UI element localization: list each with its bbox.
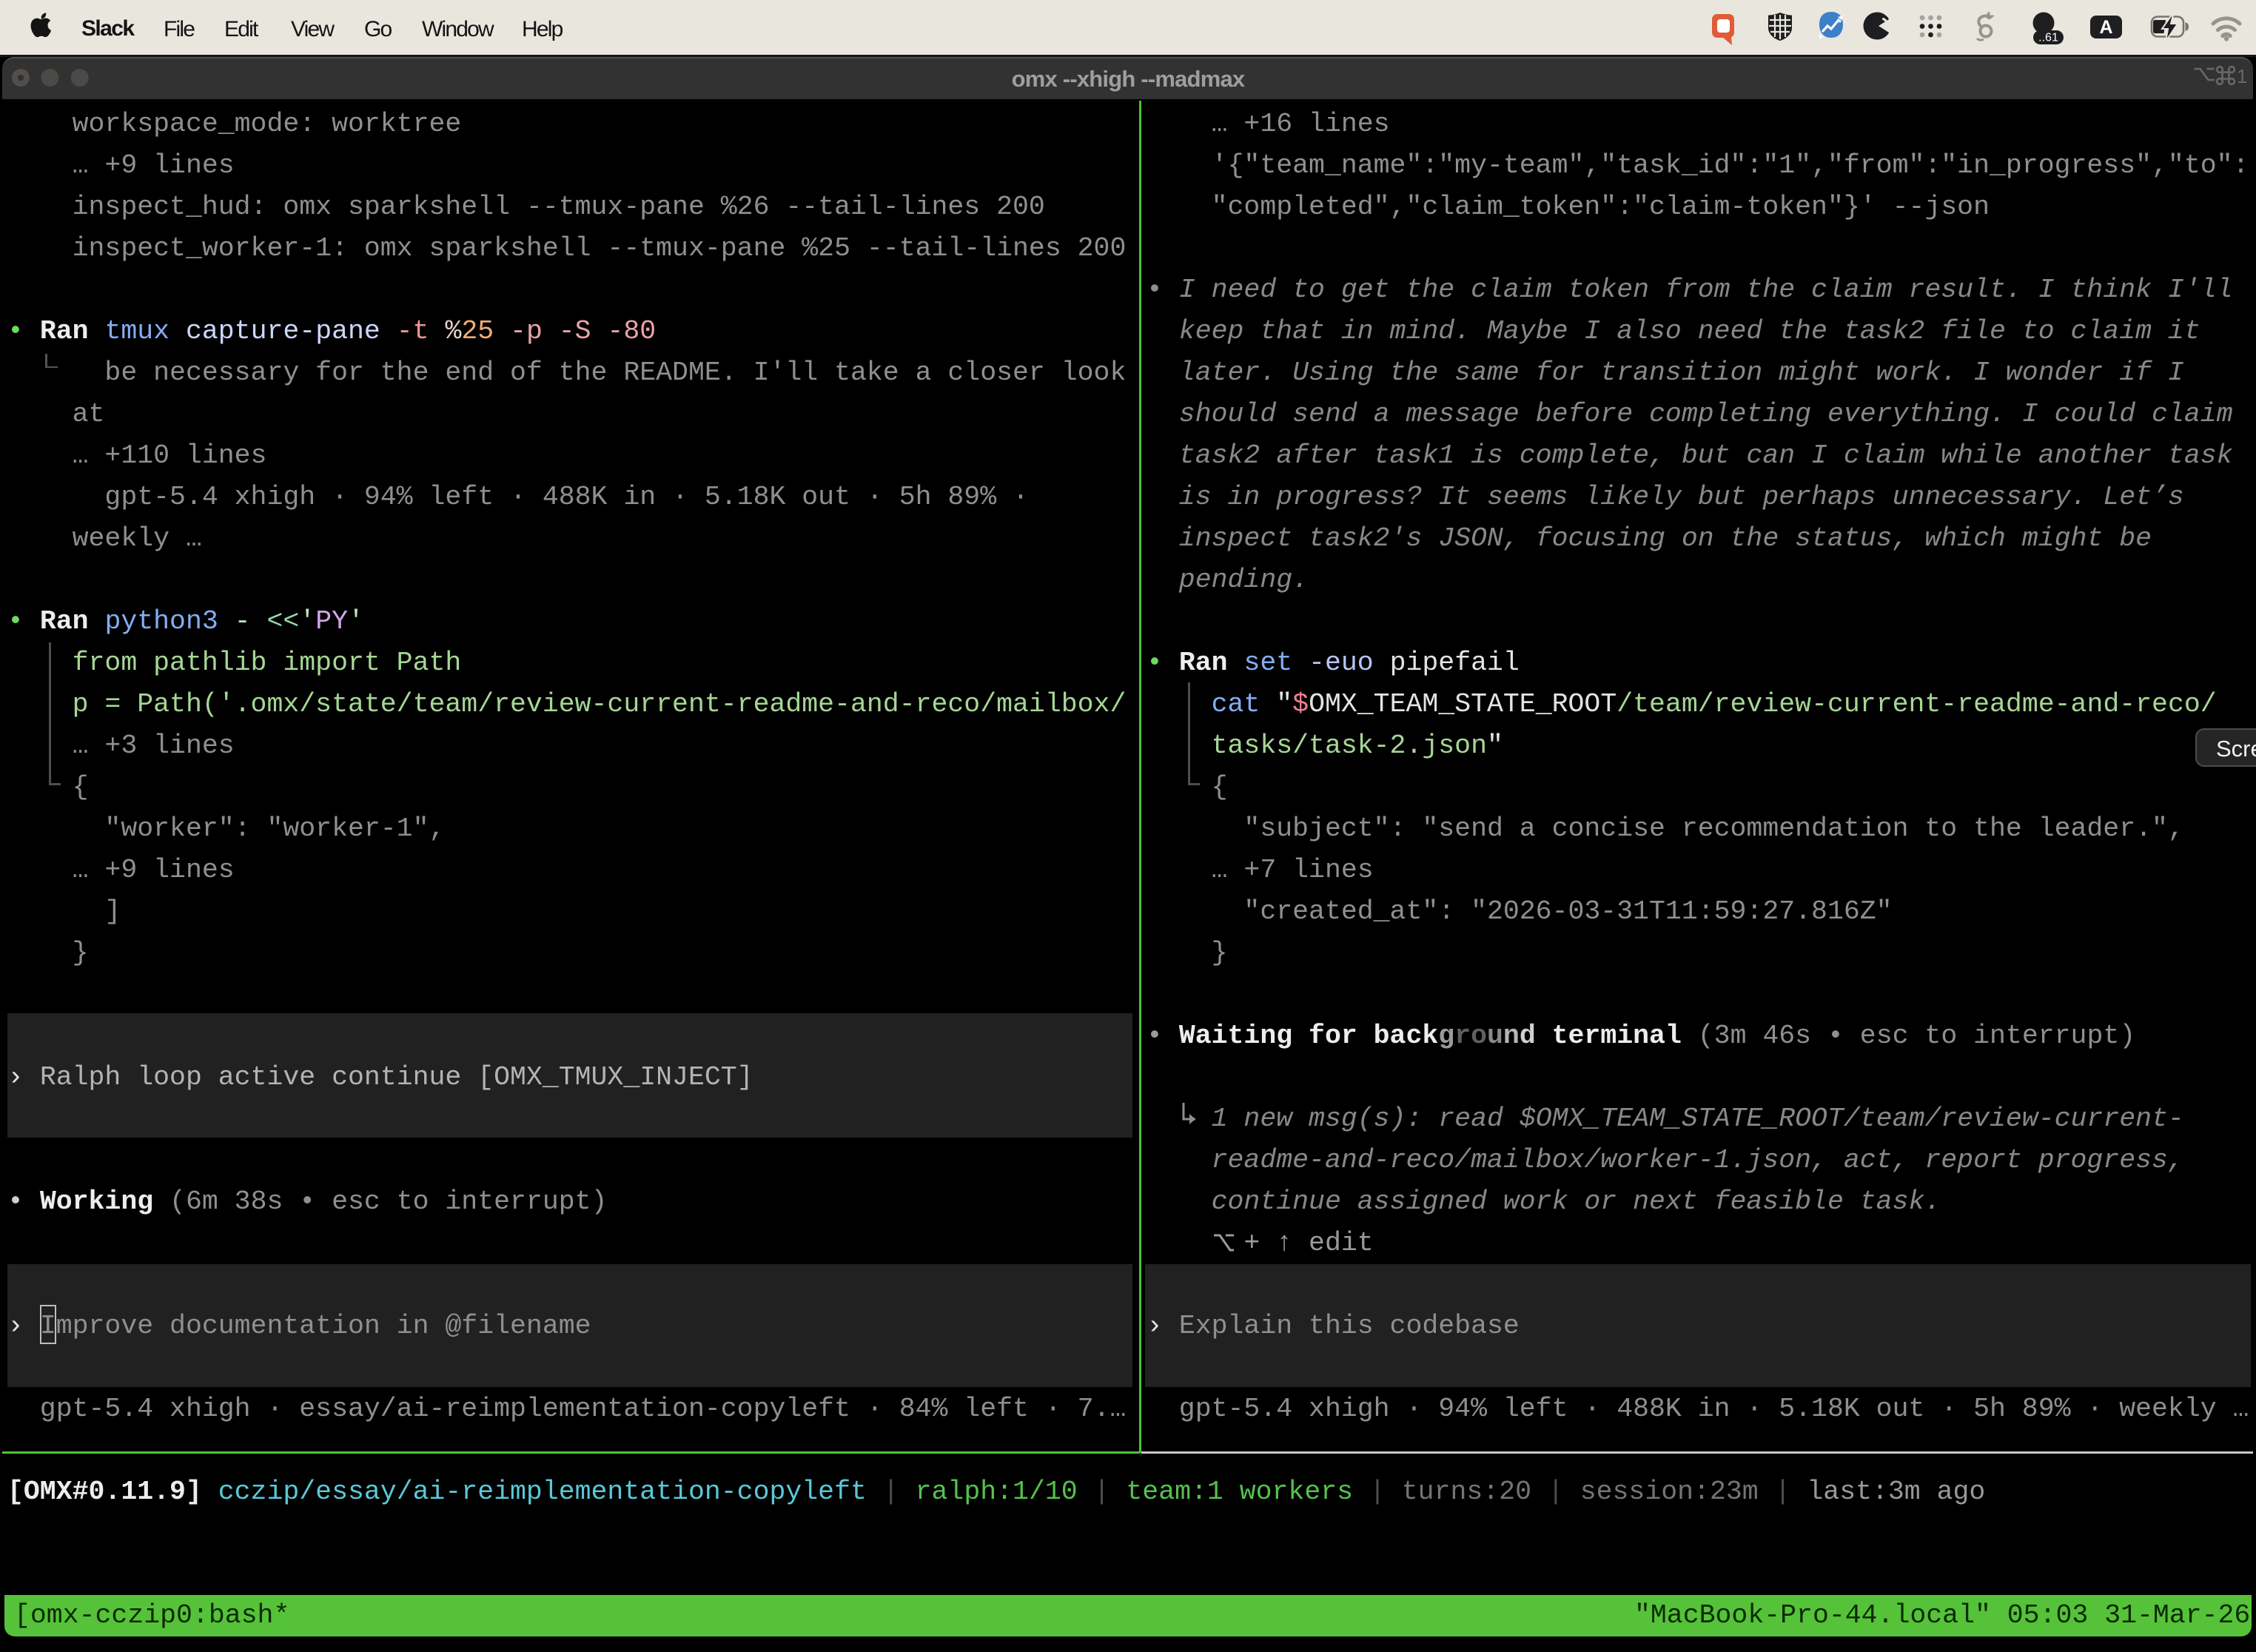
svg-text:1: 1 (2237, 65, 2247, 87)
svg-text:A: A (2099, 17, 2112, 38)
svg-text:..61: ..61 (2038, 32, 2058, 44)
